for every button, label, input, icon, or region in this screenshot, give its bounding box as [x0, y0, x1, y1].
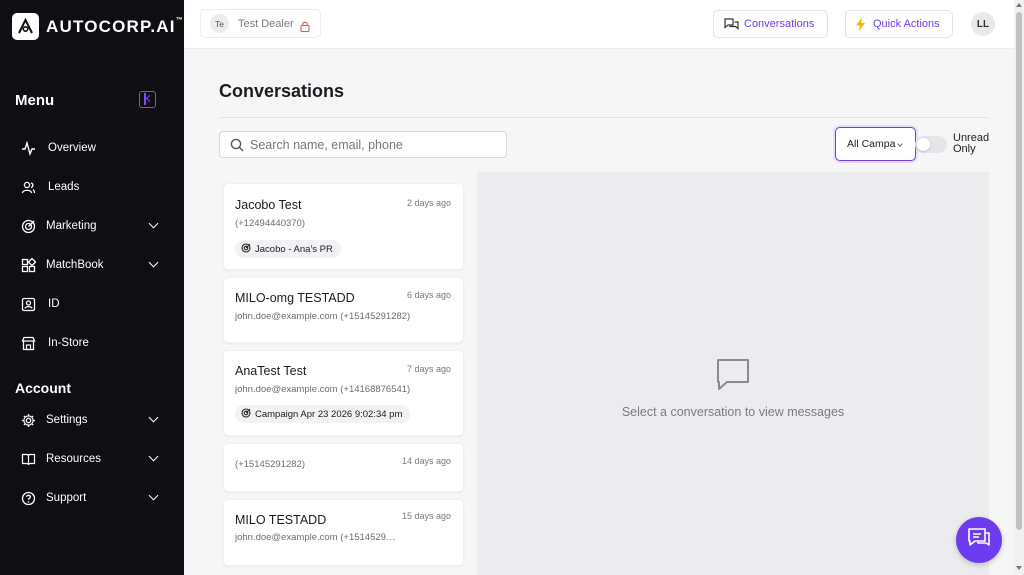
quick-actions-button[interactable]: Quick Actions	[845, 10, 953, 38]
sidebar: AUTOCORP.AI™ Menu Overview Leads Marketi…	[0, 0, 184, 575]
toggle-knob	[917, 138, 930, 151]
search-icon	[230, 138, 244, 152]
conversations-button-label: Conversations	[744, 18, 815, 30]
chat-support-button[interactable]	[956, 517, 1002, 563]
message-panel: Select a conversation to view messages	[477, 172, 989, 575]
chevron-down-icon	[148, 490, 159, 501]
sidebar-item-label: MatchBook	[46, 259, 104, 271]
target-icon	[21, 219, 36, 234]
chevron-down-icon	[148, 451, 159, 462]
scroll-thumb[interactable]	[1016, 12, 1022, 530]
conversation-contact: john.doe@example.com (+15145291282)	[235, 311, 411, 322]
conversation-item[interactable]: AnaTest Test 7 days ago john.doe@example…	[223, 350, 464, 436]
conversation-time: 7 days ago	[406, 364, 451, 374]
sidebar-item-label: Leads	[48, 181, 80, 193]
quick-actions-label: Quick Actions	[873, 18, 940, 30]
campaign-tag-label: Jacobo - Ana's PR	[255, 243, 333, 255]
campaign-filter-select[interactable]: All Campa	[835, 127, 916, 161]
help-icon	[21, 491, 36, 506]
collapse-sidebar-icon[interactable]	[139, 91, 156, 108]
dealer-name: Test Dealer	[238, 17, 294, 30]
conversation-contact: john.doe@example.com (+1514529128...	[235, 532, 400, 543]
campaign-tag-label: Campaign Apr 23 2026 9:02:34 pm	[255, 408, 403, 420]
dealer-selector[interactable]: Te Test Dealer	[200, 9, 321, 38]
logo[interactable]: AUTOCORP.AI™	[12, 13, 184, 40]
search-input[interactable]	[250, 136, 500, 154]
id-card-icon	[21, 297, 36, 312]
conversations-button[interactable]: Conversations	[713, 10, 828, 38]
campaign-tag: Campaign Apr 23 2026 9:02:34 pm	[235, 405, 411, 423]
sidebar-item-label: Settings	[46, 414, 88, 426]
logo-icon	[12, 13, 39, 40]
sidebar-item-in-store[interactable]: In-Store	[0, 328, 184, 358]
conversation-contact: john.doe@example.com (+14168876541)	[235, 384, 411, 395]
sidebar-item-support[interactable]: Support	[0, 483, 184, 513]
conversation-contact: (+12494440370)	[235, 218, 305, 229]
page-title: Conversations	[219, 81, 345, 101]
sidebar-item-label: Resources	[46, 453, 101, 465]
conversation-name: AnaTest Test	[235, 364, 307, 378]
sidebar-item-label: Overview	[48, 142, 96, 154]
conversation-item[interactable]: 14 days ago (+15145291282)	[223, 443, 464, 492]
empty-state-text: Select a conversation to view messages	[621, 405, 845, 419]
sidebar-item-overview[interactable]: Overview	[0, 133, 184, 163]
logo-text: AUTOCORP.AI™	[46, 16, 184, 36]
chat-icon	[724, 18, 739, 34]
conversation-time: 15 days ago	[401, 511, 451, 521]
conversation-time: 2 days ago	[406, 198, 451, 208]
conversation-name: Jacobo Test	[235, 198, 302, 212]
campaign-filter-value: All Campa	[847, 138, 896, 150]
conversation-time: 6 days ago	[406, 290, 451, 300]
gear-icon	[21, 413, 36, 428]
message-square-icon	[716, 357, 750, 391]
scroll-down-arrow-icon[interactable]	[1016, 566, 1022, 570]
menu-title: Menu	[15, 92, 55, 109]
sidebar-item-matchbook[interactable]: MatchBook	[0, 250, 184, 280]
chat-icon	[967, 527, 991, 554]
sidebar-item-marketing[interactable]: Marketing	[0, 211, 184, 241]
chevron-down-icon	[148, 257, 159, 268]
chevron-down-icon	[148, 218, 159, 229]
page-scrollbar[interactable]	[1014, 0, 1024, 575]
grid-icon	[21, 257, 36, 273]
top-bar: Te Test Dealer Conversations Quick Actio…	[184, 0, 1014, 49]
target-icon	[241, 407, 251, 421]
conversation-name: MILO TESTADD	[235, 513, 327, 527]
conversation-contact: (+15145291282)	[235, 459, 305, 470]
lightning-icon	[855, 17, 866, 35]
unread-label-line: Only	[953, 143, 976, 155]
target-icon	[241, 242, 251, 256]
users-icon	[21, 180, 36, 195]
chevron-down-icon	[148, 412, 159, 423]
sidebar-item-settings[interactable]: Settings	[0, 405, 184, 435]
conversation-name: MILO-omg TESTADD	[235, 291, 355, 305]
user-avatar[interactable]: LL	[971, 12, 995, 36]
scroll-up-arrow-icon[interactable]	[1016, 3, 1022, 7]
chevron-down-icon	[897, 141, 903, 147]
dealer-avatar: Te	[210, 14, 229, 33]
campaign-tag: Jacobo - Ana's PR	[235, 240, 341, 258]
search-field[interactable]	[219, 131, 507, 158]
sidebar-item-leads[interactable]: Leads	[0, 172, 184, 202]
conversation-item[interactable]: MILO TESTADD 15 days ago john.doe@exampl…	[223, 499, 464, 566]
sidebar-item-id[interactable]: ID	[0, 289, 184, 319]
conversation-item[interactable]: Jacobo Test 2 days ago (+12494440370) Ja…	[223, 183, 464, 270]
account-title: Account	[15, 380, 71, 396]
sidebar-item-label: Support	[46, 492, 87, 504]
book-icon	[21, 452, 36, 467]
sidebar-item-label: In-Store	[48, 337, 89, 349]
sidebar-item-label: ID	[48, 298, 60, 310]
store-icon	[21, 336, 36, 351]
conversation-item[interactable]: MILO-omg TESTADD 6 days ago john.doe@exa…	[223, 277, 464, 343]
conversation-time: 14 days ago	[401, 456, 451, 466]
unread-only-toggle[interactable]	[915, 136, 947, 153]
sidebar-item-resources[interactable]: Resources	[0, 444, 184, 474]
divider	[219, 117, 989, 118]
unread-only-label: Unread Only	[953, 133, 993, 155]
sidebar-item-label: Marketing	[46, 220, 97, 232]
lock-icon	[300, 19, 310, 33]
activity-icon	[21, 140, 36, 156]
